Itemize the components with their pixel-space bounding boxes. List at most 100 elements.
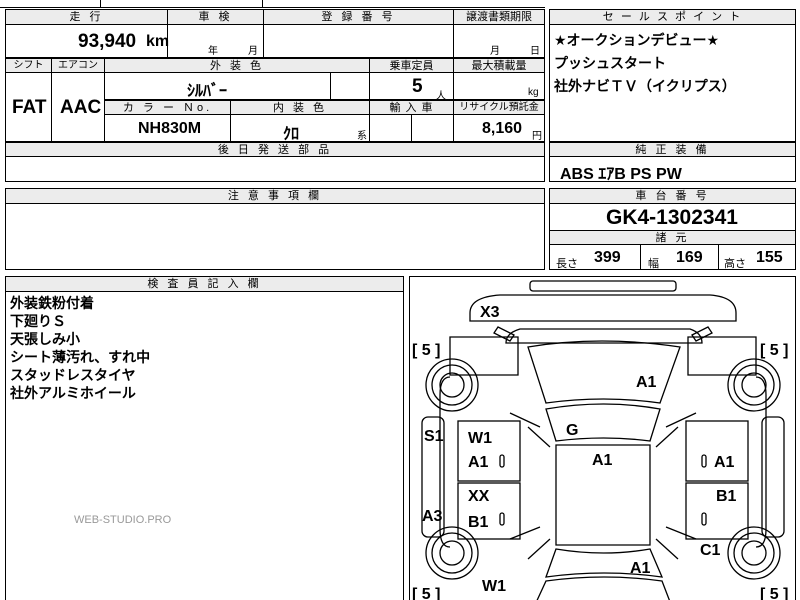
max-load-unit: kg <box>528 87 539 98</box>
notes-header: 注 意 事 項 欄 <box>5 188 545 204</box>
roof-mark: A1 <box>592 452 613 469</box>
inspector-line: シート薄汚れ、すれ中 <box>10 349 151 365</box>
top-strip <box>0 0 545 8</box>
sales-points-header: セ ー ル ス ポ イ ン ト <box>549 9 796 25</box>
recycle-header: リサイクル預託金 <box>453 100 545 115</box>
width-value: 169 <box>676 249 703 266</box>
shift-cell: FAT <box>5 72 52 142</box>
left-rear-door-mark-2: B1 <box>468 514 489 531</box>
mileage-value: 93,940 <box>78 31 137 52</box>
recycle-value: 8,160 <box>482 120 523 137</box>
exterior-color-divider <box>330 72 331 100</box>
capacity-cell: 5 人 <box>369 72 454 102</box>
capacity-header: 乗車定員 <box>369 58 454 73</box>
mileage-cell: 93,940 km <box>5 24 170 58</box>
registration-cell <box>263 24 454 58</box>
tire-fr-label: [ 5 ] <box>760 342 788 359</box>
exterior-color-header: 外 装 色 <box>104 58 370 73</box>
left-rocker-mark: S1 <box>424 428 444 445</box>
equipment-header: 純 正 装 備 <box>549 142 796 157</box>
color-no-header: カ ラ ー Ｎo. <box>104 100 231 115</box>
specs-header: 諸 元 <box>549 230 796 245</box>
shift-value: FAT <box>12 97 47 118</box>
inspection-year: 年 <box>208 46 218 57</box>
specs-cell: 長さ 399 幅 169 高さ 155 <box>549 244 796 270</box>
transfer-month: 月 <box>490 46 500 57</box>
right-rear-fender-mark: C1 <box>700 542 721 559</box>
chassis-value: GK4-1302341 <box>606 206 738 229</box>
interior-color-value: ｸﾛ <box>283 126 300 143</box>
tire-rr-label: [ 5 ] <box>760 586 788 600</box>
capacity-value: 5 <box>412 76 423 97</box>
left-front-door-mark-2: A1 <box>468 454 489 471</box>
equipment-value: ABS ｴｱB PS PW <box>560 166 682 183</box>
car-diagram: [ 5 ] [ 5 ] [ 5 ] [ 5 ] X3 A1 G A1 S1 W1… <box>409 276 796 600</box>
inspector-line: 社外アルミホイール <box>10 385 136 401</box>
max-load-header: 最大積載量 <box>453 58 545 73</box>
length-value: 399 <box>594 249 621 266</box>
specs-divider <box>640 245 641 269</box>
tire-rl-label: [ 5 ] <box>412 586 440 600</box>
equipment-cell: ABS ｴｱB PS PW <box>549 156 796 183</box>
chassis-cell: GK4-1302341 <box>549 203 796 231</box>
right-front-door-mark: A1 <box>714 454 735 471</box>
inspector-line: スタッドレスタイヤ <box>10 367 136 383</box>
front-bumper-mark: X3 <box>480 304 500 321</box>
left-front-door-mark-1: W1 <box>468 430 492 447</box>
inspection-header: 車 検 <box>167 9 264 25</box>
top-strip-divider <box>100 0 101 8</box>
transfer-header: 譲渡書類期限 <box>453 9 545 25</box>
sales-points-cell: ★オークションデビュー★ プッシュスタート 社外ナビＴＶ（イクリプス） <box>549 24 796 142</box>
exterior-color-value: ｼﾙﾊﾞｰ <box>187 83 228 100</box>
chassis-header: 車 台 番 号 <box>549 188 796 204</box>
width-label: 幅 <box>648 258 659 270</box>
left-rear-fender-mark: W1 <box>482 578 506 595</box>
height-label: 高さ <box>724 258 746 270</box>
transfer-day: 日 <box>530 46 540 57</box>
inspector-line: 天張しみ小 <box>10 331 80 347</box>
top-strip-divider <box>262 0 263 8</box>
inspector-header: 検 査 員 記 入 欄 <box>5 276 404 292</box>
windshield-mark: G <box>566 422 578 439</box>
inspection-month: 月 <box>248 46 258 57</box>
inspector-cell: 外装鉄粉付着 下廻りＳ 天張しみ小 シート薄汚れ、すれ中 スタッドレスタイヤ 社… <box>5 291 404 600</box>
tire-fl-label: [ 5 ] <box>412 342 440 359</box>
sales-point-line: プッシュスタート <box>554 55 666 71</box>
left-rear-door-mark-1: XX <box>468 488 490 505</box>
interior-color-suffix: 系 <box>357 131 367 142</box>
mileage-header: 走 行 <box>5 9 168 25</box>
specs-divider <box>718 245 719 269</box>
color-no-cell: NH830M <box>104 114 231 142</box>
max-load-cell: kg <box>453 72 545 100</box>
height-value: 155 <box>756 249 783 266</box>
inspector-line: 下廻りＳ <box>10 313 66 329</box>
aircon-header: エアコン <box>51 58 105 73</box>
shift-header: シフト <box>5 58 52 73</box>
left-quarter-mark: A3 <box>422 508 443 525</box>
sales-point-line: 社外ナビＴＶ（イクリプス） <box>554 78 736 94</box>
recycle-cell: 8,160 円 <box>453 114 545 142</box>
aircon-value: AAC <box>60 97 102 118</box>
import-divider <box>411 114 412 142</box>
car-diagram-svg: [ 5 ] [ 5 ] [ 5 ] [ 5 ] X3 A1 G A1 S1 W1… <box>412 280 788 600</box>
recycle-unit: 円 <box>532 131 542 142</box>
registration-header: 登 録 番 号 <box>263 9 454 25</box>
later-parts-cell <box>5 156 545 182</box>
interior-color-header: 内 装 色 <box>230 100 370 115</box>
length-label: 長さ <box>556 258 578 270</box>
hood-mark: A1 <box>636 374 657 391</box>
inspection-cell: 年 月 <box>167 24 264 58</box>
transfer-cell: 月 日 <box>453 24 545 58</box>
watermark: WEB-STUDIO.PRO <box>74 514 172 526</box>
inspector-line: 外装鉄粉付着 <box>10 295 94 311</box>
mileage-unit: km <box>146 33 170 50</box>
later-parts-header: 後 日 発 送 部 品 <box>5 142 545 157</box>
trunk-mark: A1 <box>630 560 651 577</box>
sales-point-line: ★オークションデビュー★ <box>554 32 720 48</box>
color-no-value: NH830M <box>138 120 202 137</box>
aircon-cell: AAC <box>51 72 105 142</box>
notes-cell <box>5 203 545 270</box>
import-header: 輸 入 車 <box>369 100 454 115</box>
interior-color-cell: ｸﾛ 系 <box>230 114 370 143</box>
right-rear-door-mark: B1 <box>716 488 737 505</box>
